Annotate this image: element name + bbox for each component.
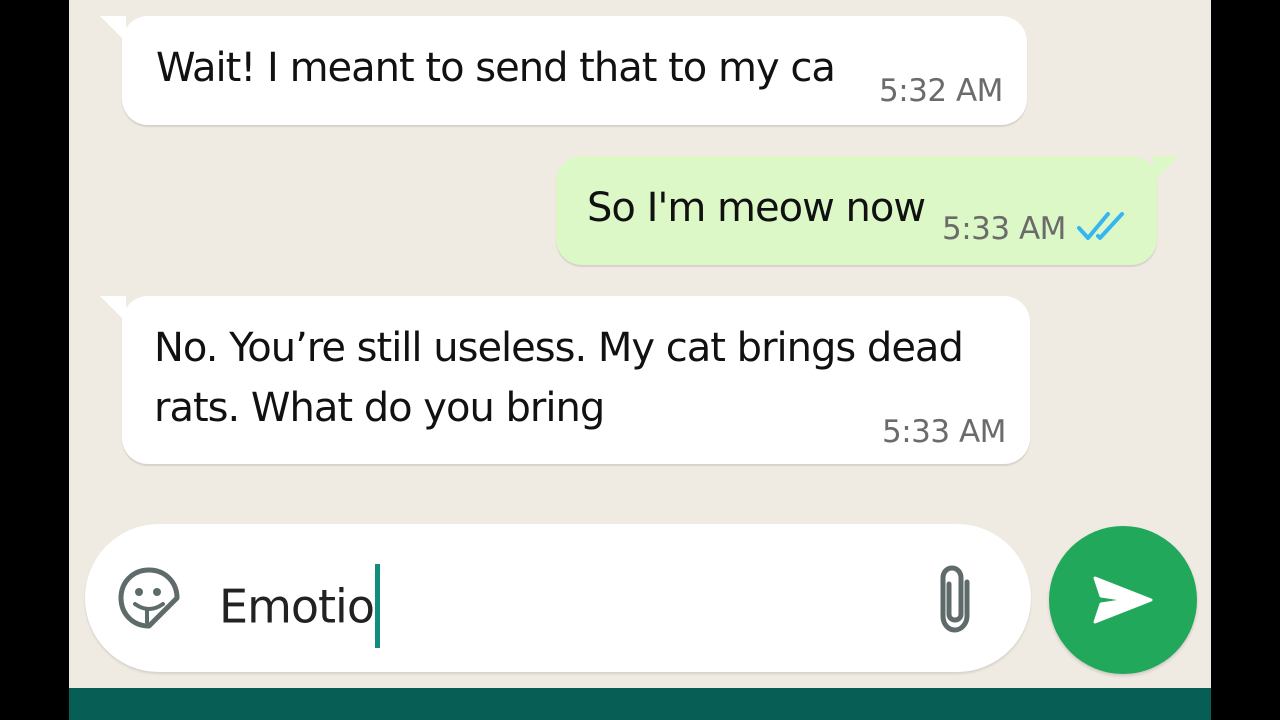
message-bubble-incoming[interactable]: No. You’re still useless. My cat brings … bbox=[100, 296, 1030, 464]
message-text: So I'm meow now bbox=[587, 185, 926, 231]
text-cursor bbox=[374, 564, 380, 648]
bubble-tail bbox=[100, 296, 126, 322]
message-text-line: No. You’re still useless. My cat brings … bbox=[154, 325, 964, 371]
send-button[interactable] bbox=[1049, 526, 1197, 674]
paperclip-icon[interactable] bbox=[931, 564, 983, 634]
bottom-bar bbox=[69, 688, 1211, 720]
double-check-read-icon bbox=[1077, 212, 1124, 240]
message-text-line: rats. What do you bring bbox=[154, 385, 605, 431]
message-input-value: Emotio bbox=[219, 579, 375, 634]
chat-area: Wait! I meant to send that to my ca 5:32… bbox=[69, 0, 1211, 720]
sticker-icon[interactable] bbox=[117, 566, 181, 630]
message-time: 5:33 AM bbox=[942, 211, 1066, 247]
message-text: Wait! I meant to send that to my ca bbox=[156, 45, 836, 91]
message-bubble-incoming[interactable]: Wait! I meant to send that to my ca 5:32… bbox=[100, 16, 1027, 125]
message-time: 5:32 AM bbox=[879, 73, 1003, 109]
message-input[interactable]: Emotio bbox=[219, 564, 380, 652]
bubble-tail bbox=[1153, 156, 1179, 182]
message-composer[interactable]: Emotio bbox=[85, 524, 1031, 672]
send-icon bbox=[1093, 576, 1153, 624]
message-time: 5:33 AM bbox=[882, 414, 1006, 450]
message-bubble-outgoing[interactable]: So I'm meow now 5:33 AM bbox=[556, 156, 1179, 265]
bubble-tail bbox=[100, 16, 126, 42]
